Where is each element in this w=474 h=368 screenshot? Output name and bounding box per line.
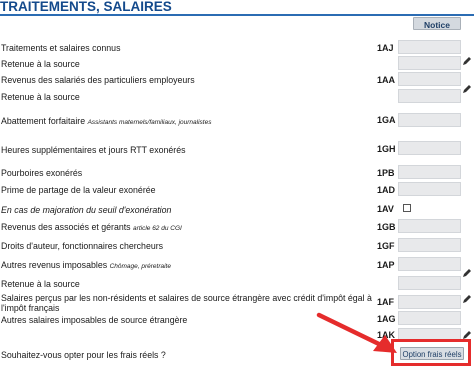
arrow-annotation-icon <box>316 312 397 353</box>
row-label-majoration: En cas de majoration du seuil d'exonérat… <box>1 205 172 215</box>
highlight-box <box>391 339 471 366</box>
row-label-non-residents-cont: l'impôt français <box>1 303 60 313</box>
row-label-retenue-1: Retenue à la source <box>1 59 80 69</box>
pencil-icon[interactable] <box>462 294 472 304</box>
row-label-retenue-3: Retenue à la source <box>1 279 80 289</box>
input-1ap[interactable] <box>398 257 461 271</box>
input-1aj[interactable] <box>398 40 461 54</box>
input-retenue-3[interactable] <box>398 276 461 290</box>
input-1ag[interactable] <box>398 311 461 325</box>
row-label-particuliers-employeurs: Revenus des salariés des particuliers em… <box>1 75 195 85</box>
code-1gf: 1GF <box>377 241 395 251</box>
row-label-abattement: Abattement forfaitaire Assistants matern… <box>1 116 211 128</box>
row-label-autres-revenus: Autres revenus imposables Chômage, prére… <box>1 260 171 272</box>
input-retenue-1[interactable] <box>398 56 461 70</box>
code-1aj: 1AJ <box>377 43 394 53</box>
pencil-icon[interactable] <box>462 84 472 94</box>
code-1ga: 1GA <box>377 115 396 125</box>
associes-text: Revenus des associés et gérants <box>1 222 131 232</box>
row-label-pourboires: Pourboires exonérés <box>1 168 83 178</box>
input-retenue-2[interactable] <box>398 89 461 103</box>
frais-reels-question: Souhaitez-vous opter pour les frais réel… <box>1 350 166 360</box>
input-1gh[interactable] <box>398 141 461 155</box>
pencil-icon[interactable] <box>462 56 472 66</box>
notice-button[interactable]: Notice <box>413 17 461 30</box>
row-label-source-etrangere: Autres salaires imposables de source étr… <box>1 315 188 325</box>
associes-note: article 62 du CGI <box>133 225 182 232</box>
row-label-traitements: Traitements et salaires connus <box>1 43 121 53</box>
input-1aa[interactable] <box>398 72 461 86</box>
majoration-checkbox[interactable] <box>403 204 411 212</box>
row-label-non-residents: Salaires perçus par les non-résidents et… <box>1 293 372 303</box>
title-underline <box>0 14 474 16</box>
input-1pb[interactable] <box>398 165 461 179</box>
pencil-icon[interactable] <box>462 268 472 278</box>
code-1gb: 1GB <box>377 222 396 232</box>
code-1av: 1AV <box>377 204 394 214</box>
row-label-prime-partage: Prime de partage de la valeur exonérée <box>1 185 156 195</box>
input-1gb[interactable] <box>398 219 461 233</box>
row-label-associes-gerants: Revenus des associés et gérants article … <box>1 222 182 234</box>
code-1gh: 1GH <box>377 144 396 154</box>
autres-revenus-note: Chômage, préretraite <box>109 263 171 270</box>
abattement-note: Assistants maternels/familiaux, journali… <box>87 119 212 126</box>
code-1ad: 1AD <box>377 185 396 195</box>
input-1gf[interactable] <box>398 238 461 252</box>
row-label-droits-auteur: Droits d'auteur, fonctionnaires chercheu… <box>1 241 164 251</box>
row-label-heures-sup: Heures supplémentaires et jours RTT exon… <box>1 145 186 155</box>
code-1aa: 1AA <box>377 75 396 85</box>
autres-revenus-text: Autres revenus imposables <box>1 260 108 270</box>
code-1pb: 1PB <box>377 168 395 178</box>
input-1ad[interactable] <box>398 182 461 196</box>
section-title: TRAITEMENTS, SALAIRES <box>0 0 172 14</box>
input-1af[interactable] <box>398 295 461 309</box>
code-1af: 1AF <box>377 297 395 307</box>
abattement-text: Abattement forfaitaire <box>1 116 86 126</box>
code-1ap: 1AP <box>377 260 395 270</box>
row-label-retenue-2: Retenue à la source <box>1 92 80 102</box>
input-1ga[interactable] <box>398 113 461 127</box>
